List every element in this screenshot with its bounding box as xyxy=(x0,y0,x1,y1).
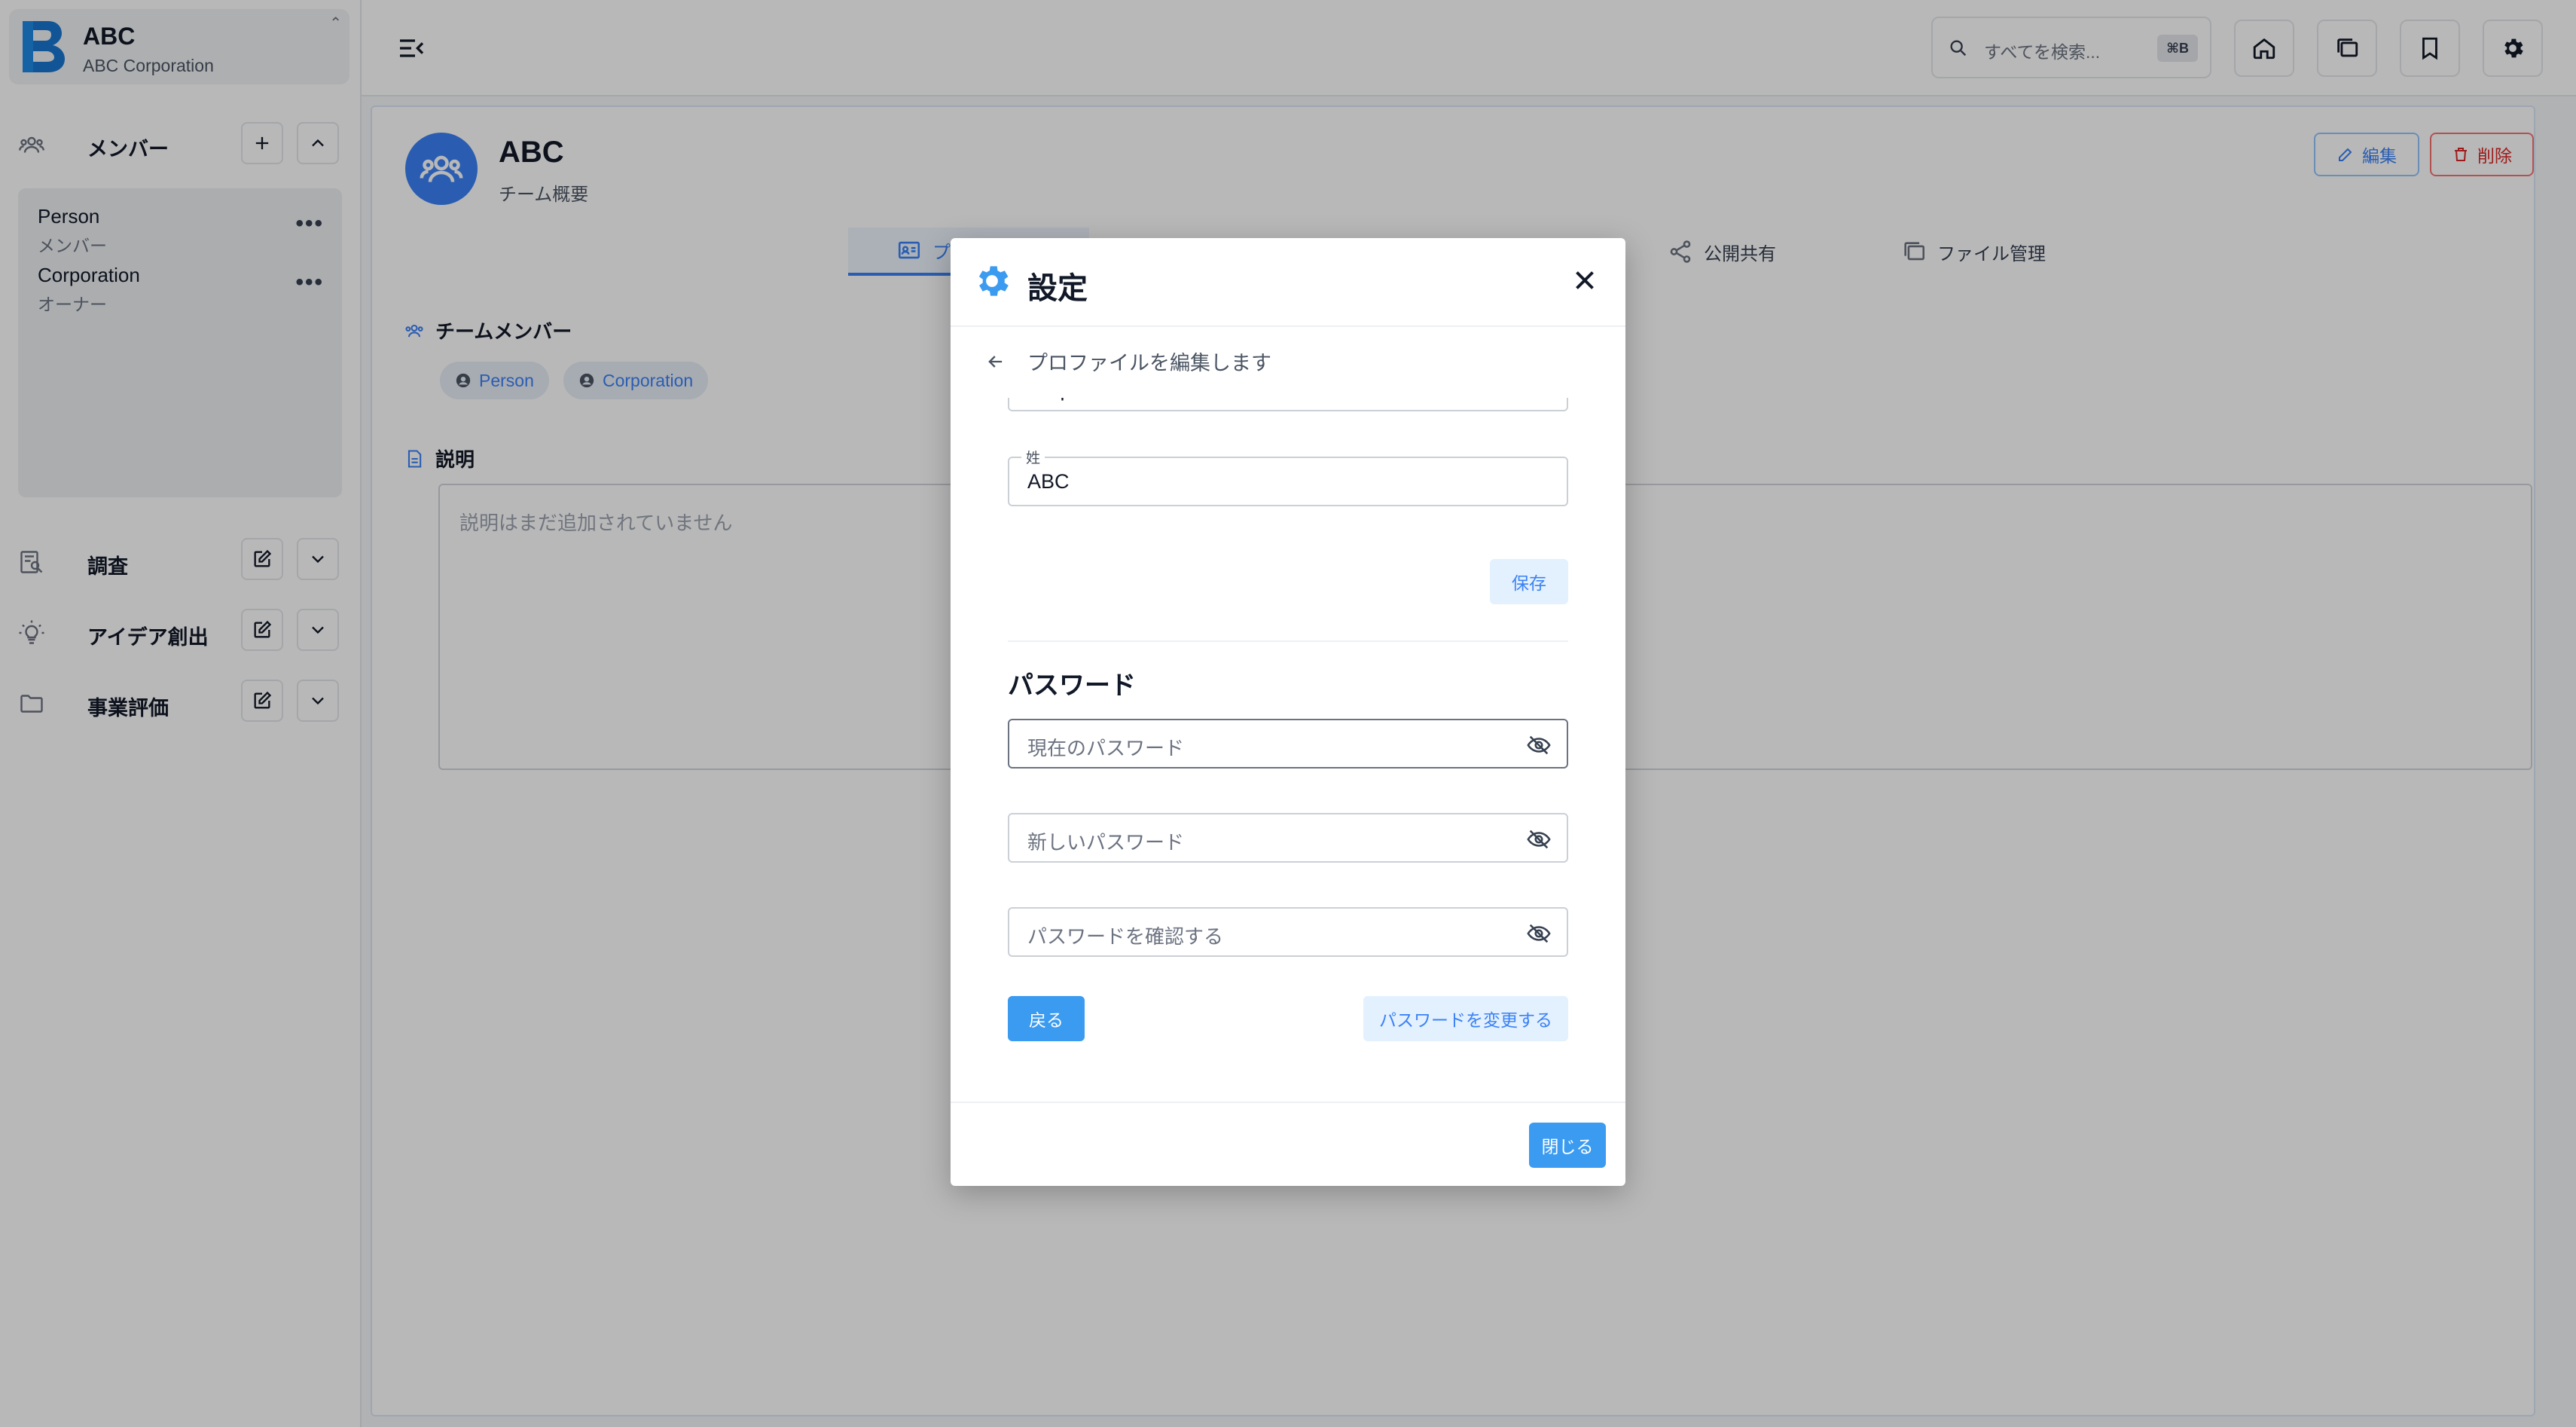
change-password-button[interactable]: パスワードを変更する xyxy=(1363,996,1568,1041)
eye-off-icon[interactable] xyxy=(1526,827,1552,852)
gear-icon xyxy=(978,266,1009,296)
modal-header: 設定 xyxy=(951,238,1625,327)
current-password-field[interactable]: 現在のパスワード xyxy=(1008,719,1568,769)
eye-off-icon[interactable] xyxy=(1526,921,1552,946)
close-button[interactable]: 閉じる xyxy=(1529,1123,1606,1168)
arrow-left-icon xyxy=(988,355,1003,368)
new-password-placeholder: 新しいパスワード xyxy=(1027,831,1185,854)
save-button[interactable]: 保存 xyxy=(1490,559,1568,604)
section-divider xyxy=(1008,640,1568,642)
last-name-value: ABC xyxy=(1027,470,1070,493)
last-name-field[interactable]: 姓 ABC xyxy=(1008,447,1568,506)
close-icon[interactable] xyxy=(1571,267,1598,294)
password-heading: パスワード xyxy=(1008,671,1136,700)
confirm-password-placeholder: パスワードを確認する xyxy=(1027,925,1224,948)
confirm-password-field[interactable]: パスワードを確認する xyxy=(1008,907,1568,957)
current-password-placeholder: 現在のパスワード xyxy=(1027,737,1185,759)
modal-title: 設定 xyxy=(1027,272,1088,305)
back-text: プロファイルを編集します xyxy=(1027,352,1271,374)
modal-footer: 閉じる xyxy=(951,1102,1625,1186)
eye-off-icon[interactable] xyxy=(1526,732,1552,758)
back-to-profile-link[interactable]: プロファイルを編集します xyxy=(985,347,1271,376)
new-password-field[interactable]: 新しいパスワード xyxy=(1008,813,1568,863)
last-name-label: 姓 xyxy=(1021,447,1045,467)
back-button[interactable]: 戻る xyxy=(1008,996,1085,1041)
settings-modal: 設定 Corporation プロファイルを編集します 姓 ABC 保存 パスワ… xyxy=(951,238,1625,1186)
